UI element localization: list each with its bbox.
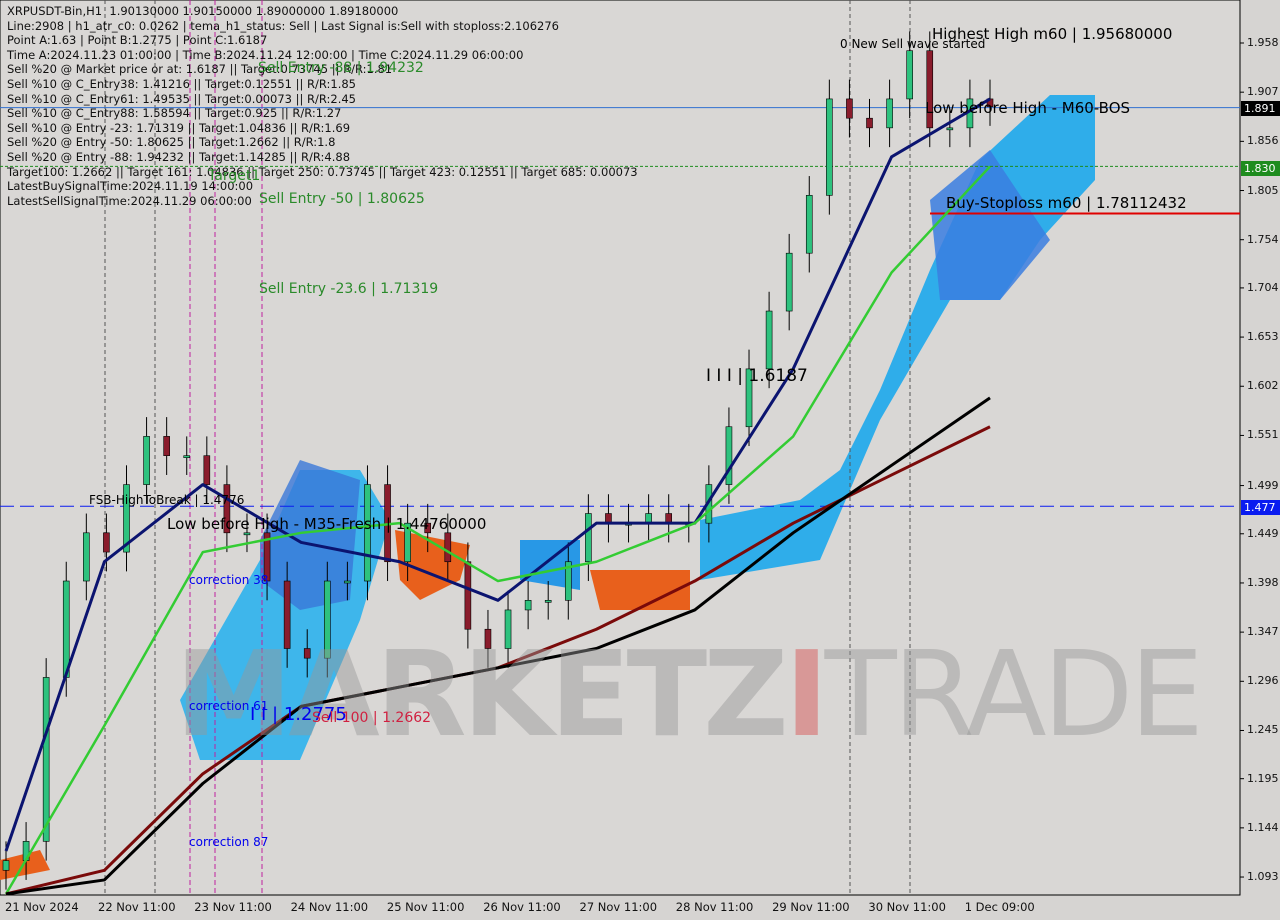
x-tick-label: 25 Nov 11:00 <box>386 900 465 914</box>
candle-body <box>42 677 50 842</box>
y-tick-label: 1.144 <box>1247 820 1279 834</box>
x-tick-label: 26 Nov 11:00 <box>483 900 561 914</box>
info-line: Sell %10 @ C_Entry88: 1.58594 || Target:… <box>7 106 342 121</box>
candle-body <box>785 252 793 312</box>
info-line: XRPUSDT-Bin,H1 1.90130000 1.90150000 1.8… <box>7 4 399 18</box>
low-before-high-m35-label: Low before High - M35-Fresh | 1.44760000 <box>167 515 487 533</box>
y-tick-label: 1.398 <box>1247 575 1279 589</box>
x-tick-label: 23 Nov 11:00 <box>194 900 272 914</box>
candle-body <box>906 50 913 100</box>
x-tick-label: 22 Nov 11:00 <box>98 900 176 914</box>
point-c-label: I I I | 1.6187 <box>706 366 808 386</box>
candle-body <box>103 532 110 553</box>
y-tick-label: 1.958 <box>1247 36 1279 49</box>
correction-38-label: correction 38 <box>189 573 269 587</box>
sell-entry-236-label: Sell Entry -23.6 | 1.71319 <box>259 281 439 297</box>
y-tick-label: 1.805 <box>1247 183 1279 197</box>
candle-body <box>765 310 773 370</box>
x-tick-label: 24 Nov 11:00 <box>290 900 369 914</box>
y-tick-label: 1.856 <box>1247 134 1279 148</box>
info-line: Sell %20 @ Entry -88: 1.94232 || Target:… <box>7 149 351 164</box>
candle-body <box>725 426 733 485</box>
info-line: Target100: 1.2662 || Target 161: 1.04836… <box>7 164 638 179</box>
y-tick-label: 1.653 <box>1247 330 1279 344</box>
target-price-tag: 1.830 <box>1241 161 1280 176</box>
correction-87-label: correction 87 <box>189 835 269 849</box>
candle-body <box>163 436 170 456</box>
candle-body <box>444 532 452 563</box>
y-tick-label: 1.499 <box>1247 478 1279 492</box>
fsb-price-tag: 1.477 <box>1241 500 1280 515</box>
y-tick-label: 1.704 <box>1247 280 1279 294</box>
y-tick-label: 1.754 <box>1247 232 1279 246</box>
candle-body <box>946 127 954 131</box>
x-tick-label: 21 Nov 2024 <box>5 900 79 914</box>
low-before-high-m60-label: Low before High - M60-BOS <box>925 99 1131 117</box>
sell-100-label: Sell 100 | 1.2662 <box>312 710 432 726</box>
candle-body <box>243 532 251 536</box>
buy-stoploss-label: Buy-Stoploss m60 | 1.78112432 <box>946 194 1187 212</box>
info-line: Point A:1.63 | Point B:1.2775 | Point C:… <box>7 33 268 48</box>
y-tick-label: 1.195 <box>1247 771 1279 785</box>
x-tick-label: 30 Nov 11:00 <box>868 900 946 914</box>
info-line: Sell %10 @ Entry -23: 1.71319 || Target:… <box>7 120 351 135</box>
new-sell-wave-label: 0 New Sell wave started <box>840 37 986 51</box>
y-tick-label: 1.245 <box>1247 723 1279 737</box>
current-price-tag: 1.891 <box>1241 101 1280 116</box>
y-tick-label: 1.551 <box>1247 428 1279 442</box>
x-tick-label: 28 Nov 11:00 <box>675 900 754 914</box>
y-tick-label: 1.449 <box>1247 526 1279 540</box>
info-line: Line:2908 | h1_atr_c0: 0.0262 | tema_h1_… <box>7 18 559 33</box>
info-line: Sell %10 @ C_Entry61: 1.49535 || Target:… <box>7 91 356 106</box>
x-tick-label: 29 Nov 11:00 <box>772 900 850 914</box>
info-line: Sell %20 @ Entry -50: 1.80625 || Target:… <box>7 135 336 150</box>
candle-body <box>866 117 873 129</box>
y-tick-label: 1.602 <box>1247 379 1279 393</box>
candle-body <box>464 561 472 630</box>
candle-body <box>183 455 191 458</box>
target1-label: Target1 <box>208 168 261 184</box>
candle-body <box>203 455 211 485</box>
candle-body <box>2 860 10 871</box>
candle-body <box>846 98 853 119</box>
sell-entry-88-label: Sell Entry -88 | 1.94232 <box>258 60 424 76</box>
candle-body <box>826 98 833 196</box>
candle-body <box>83 532 90 582</box>
candle-body <box>344 580 351 584</box>
candle-body <box>524 600 532 611</box>
x-tick-label: 27 Nov 11:00 <box>579 900 658 914</box>
watermark-logo: MARKETZITRADE <box>175 625 1204 763</box>
candle-body <box>62 580 70 678</box>
candle-body <box>886 98 893 129</box>
y-tick-label: 1.907 <box>1247 85 1279 99</box>
candle-body <box>143 436 150 485</box>
y-tick-label: 1.093 <box>1247 870 1279 884</box>
candle-body <box>585 513 592 563</box>
x-tick-label: 1 Dec 09:00 <box>964 900 1035 914</box>
indicator-info-panel: XRPUSDT-Bin,H1 1.90130000 1.90150000 1.8… <box>7 4 638 208</box>
y-tick-label: 1.347 <box>1247 625 1279 639</box>
y-tick-label: 1.296 <box>1247 674 1279 688</box>
fsb-high-label: FSB-HighToBreak | 1.4776 <box>89 493 245 507</box>
info-line: Sell %10 @ C_Entry38: 1.41216 || Target:… <box>7 76 356 91</box>
candle-body <box>805 195 813 254</box>
candle-body <box>544 600 552 603</box>
sell-entry-50-label: Sell Entry -50 | 1.80625 <box>259 191 425 207</box>
